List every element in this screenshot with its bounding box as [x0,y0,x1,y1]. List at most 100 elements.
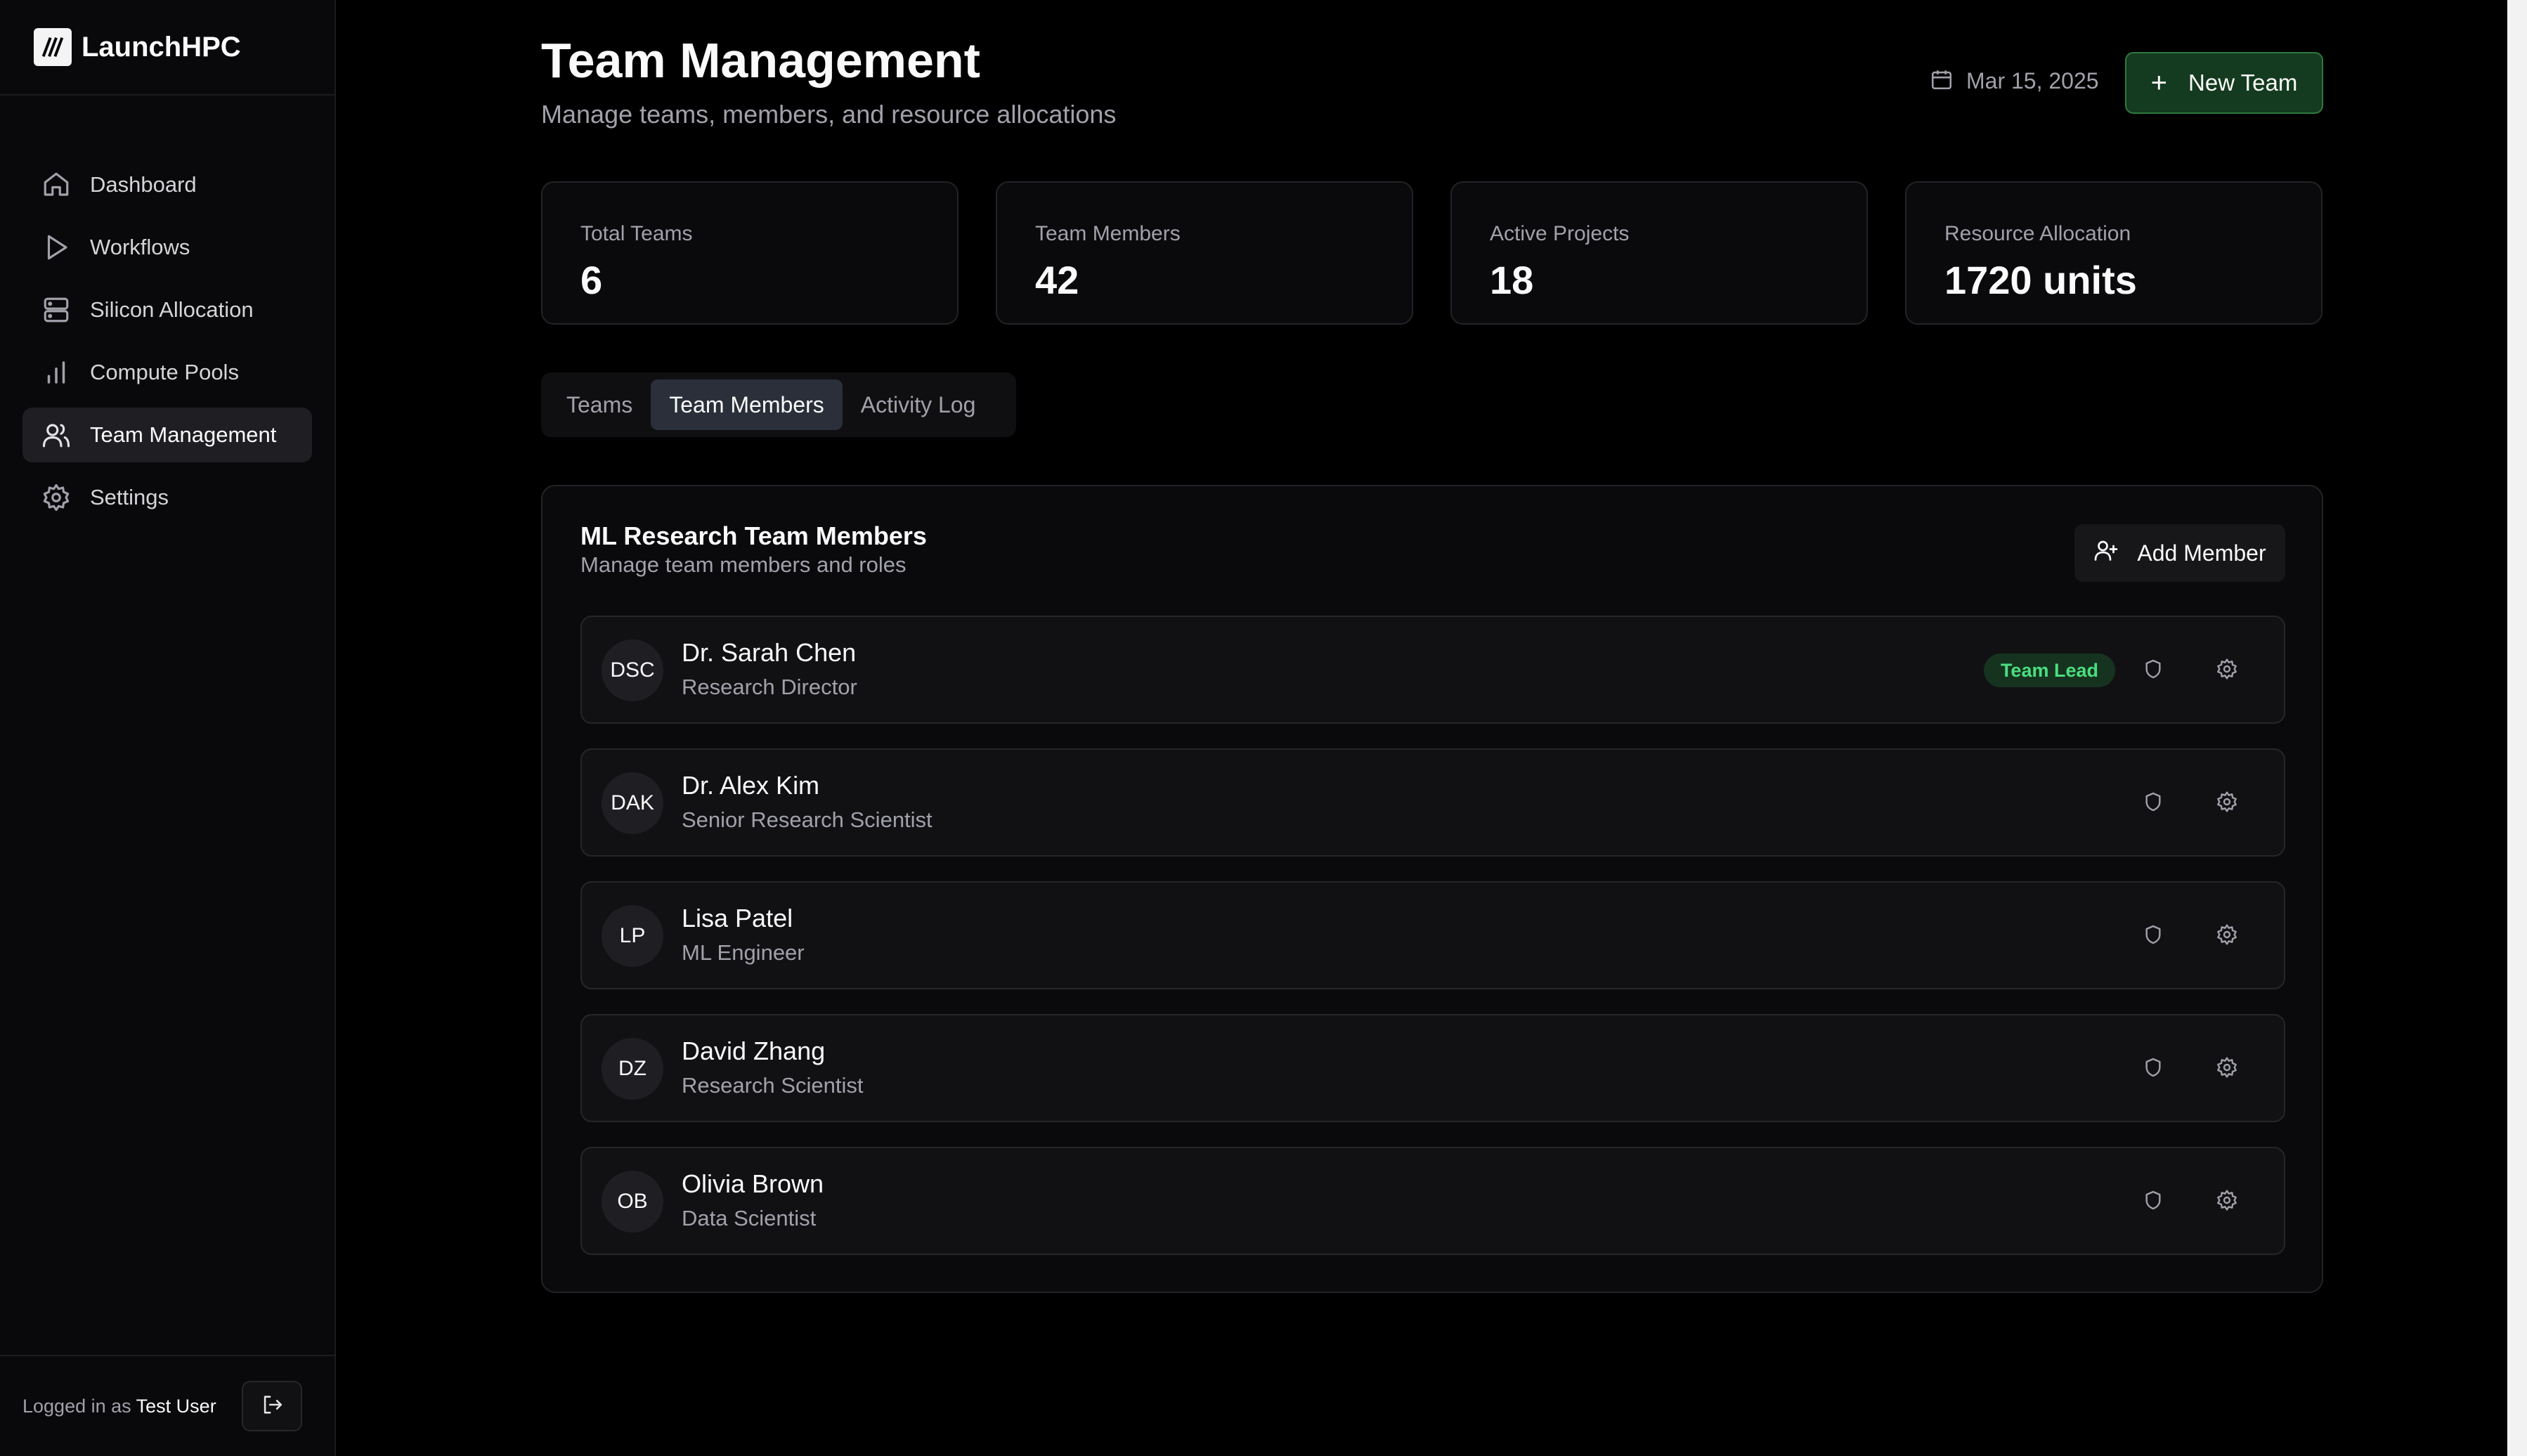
date-text: Mar 15, 2025 [1966,68,2099,93]
home-icon [41,169,72,200]
shield-button[interactable] [2136,1052,2170,1086]
gear-icon [2216,658,2238,684]
member-role: Data Scientist [682,1206,817,1230]
page-subtitle: Manage teams, members, and resource allo… [541,100,1117,129]
list-item[interactable]: DSC Dr. Sarah Chen Research Director Tea… [580,616,2285,724]
tab-teams[interactable]: Teams [548,379,651,430]
stat-card-team-members: Team Members 42 [996,181,1413,325]
stat-value: 42 [1035,258,1079,302]
brand-name: LaunchHPC [82,31,241,63]
add-member-button[interactable]: Add Member [2074,524,2285,582]
new-team-label: New Team [2188,70,2298,96]
member-name: Dr. Alex Kim [682,771,820,800]
shield-button[interactable] [2136,654,2170,687]
member-settings-button[interactable] [2210,654,2244,687]
shield-icon [2142,1056,2164,1082]
sidebar-item-label: Workflows [90,235,190,259]
tab-activity-log[interactable]: Activity Log [843,379,994,430]
gear-icon [2216,923,2238,949]
sidebar-item-compute-pools[interactable]: Compute Pools [22,345,312,400]
gear-icon [2216,791,2238,817]
shield-button[interactable] [2136,919,2170,953]
play-icon [41,232,72,263]
stat-value: 1720 units [1944,258,2137,302]
list-item[interactable]: OB Olivia Brown Data Scientist [580,1147,2285,1255]
stat-value: 18 [1490,258,1534,302]
gear-icon [2216,1056,2238,1082]
new-team-button[interactable]: + New Team [2125,52,2323,114]
logged-in-prefix: Logged in as [22,1395,131,1417]
logout-icon [260,1393,284,1420]
sidebar-nav: Dashboard Workflows Silicon Allocation C… [0,96,334,525]
list-item[interactable]: LP Lisa Patel ML Engineer [580,881,2285,989]
stat-label: Total Teams [580,222,693,245]
sidebar-item-team-management[interactable]: Team Management [22,408,312,462]
date-display: Mar 15, 2025 [1930,67,2099,95]
sidebar-item-label: Settings [90,485,169,509]
sidebar: LaunchHPC Dashboard Workflows Silicon Al… [0,0,336,1456]
stat-card-active-projects: Active Projects 18 [1450,181,1868,325]
sidebar-item-dashboard[interactable]: Dashboard [22,157,312,212]
stat-label: Resource Allocation [1944,222,2131,245]
member-name: Dr. Sarah Chen [682,638,857,667]
add-member-label: Add Member [2137,540,2266,566]
server-icon [41,294,72,325]
list-item[interactable]: DZ David Zhang Research Scientist [580,1014,2285,1122]
member-name: David Zhang [682,1036,826,1065]
launchhpc-logo-icon [34,28,72,66]
stat-label: Active Projects [1490,222,1630,245]
member-role: ML Engineer [682,940,805,965]
user-plus-icon [2093,538,2137,568]
calendar-icon [1930,67,1954,95]
stat-card-resource-allocation: Resource Allocation 1720 units [1905,181,2323,325]
gear-icon [41,482,72,513]
members-card: ML Research Team Members Manage team mem… [541,485,2323,1293]
brand[interactable]: LaunchHPC [0,0,334,96]
member-settings-button[interactable] [2210,1185,2244,1218]
sidebar-item-label: Dashboard [90,172,197,197]
avatar: DSC [602,639,663,701]
stat-label: Team Members [1035,222,1181,245]
logged-in-user: Test User [136,1395,216,1417]
stat-value: 6 [580,258,603,302]
member-settings-button[interactable] [2210,919,2244,953]
member-role: Research Director [682,675,857,699]
page-scrollbar[interactable] [2507,0,2527,1456]
sidebar-item-label: Silicon Allocation [90,297,254,322]
member-name: Lisa Patel [682,904,793,932]
tab-team-members[interactable]: Team Members [651,379,843,430]
members-list: DSC Dr. Sarah Chen Research Director Tea… [580,616,2285,1280]
sidebar-footer: Logged in as Test User [0,1355,334,1456]
sidebar-item-workflows[interactable]: Workflows [22,220,312,275]
page-title: Team Management [541,33,980,88]
sidebar-item-label: Team Management [90,422,277,447]
logged-in-text: Logged in as Test User [22,1396,216,1417]
shield-button[interactable] [2136,1185,2170,1218]
avatar: LP [602,905,663,967]
list-item[interactable]: DAK Dr. Alex Kim Senior Research Scienti… [580,748,2285,857]
stat-card-total-teams: Total Teams 6 [541,181,959,325]
shield-icon [2142,1189,2164,1215]
shield-icon [2142,658,2164,684]
member-role: Senior Research Scientist [682,807,933,832]
gear-icon [2216,1189,2238,1215]
member-name: Olivia Brown [682,1169,824,1198]
card-subtitle: Manage team members and roles [580,552,907,577]
avatar: DAK [602,772,663,834]
sidebar-item-settings[interactable]: Settings [22,470,312,525]
card-title: ML Research Team Members [580,521,927,550]
shield-icon [2142,923,2164,949]
users-icon [41,420,72,450]
avatar: DZ [602,1038,663,1100]
sidebar-item-label: Compute Pools [90,360,239,384]
member-settings-button[interactable] [2210,786,2244,820]
sidebar-item-silicon-allocation[interactable]: Silicon Allocation [22,282,312,337]
bar-chart-icon [41,357,72,388]
team-lead-badge: Team Lead [1983,654,2115,687]
avatar: OB [602,1171,663,1233]
stats-row: Total Teams 6 Team Members 42 Active Pro… [541,181,2323,325]
logout-button[interactable] [241,1381,302,1431]
member-role: Research Scientist [682,1073,864,1098]
member-settings-button[interactable] [2210,1052,2244,1086]
shield-button[interactable] [2136,786,2170,820]
